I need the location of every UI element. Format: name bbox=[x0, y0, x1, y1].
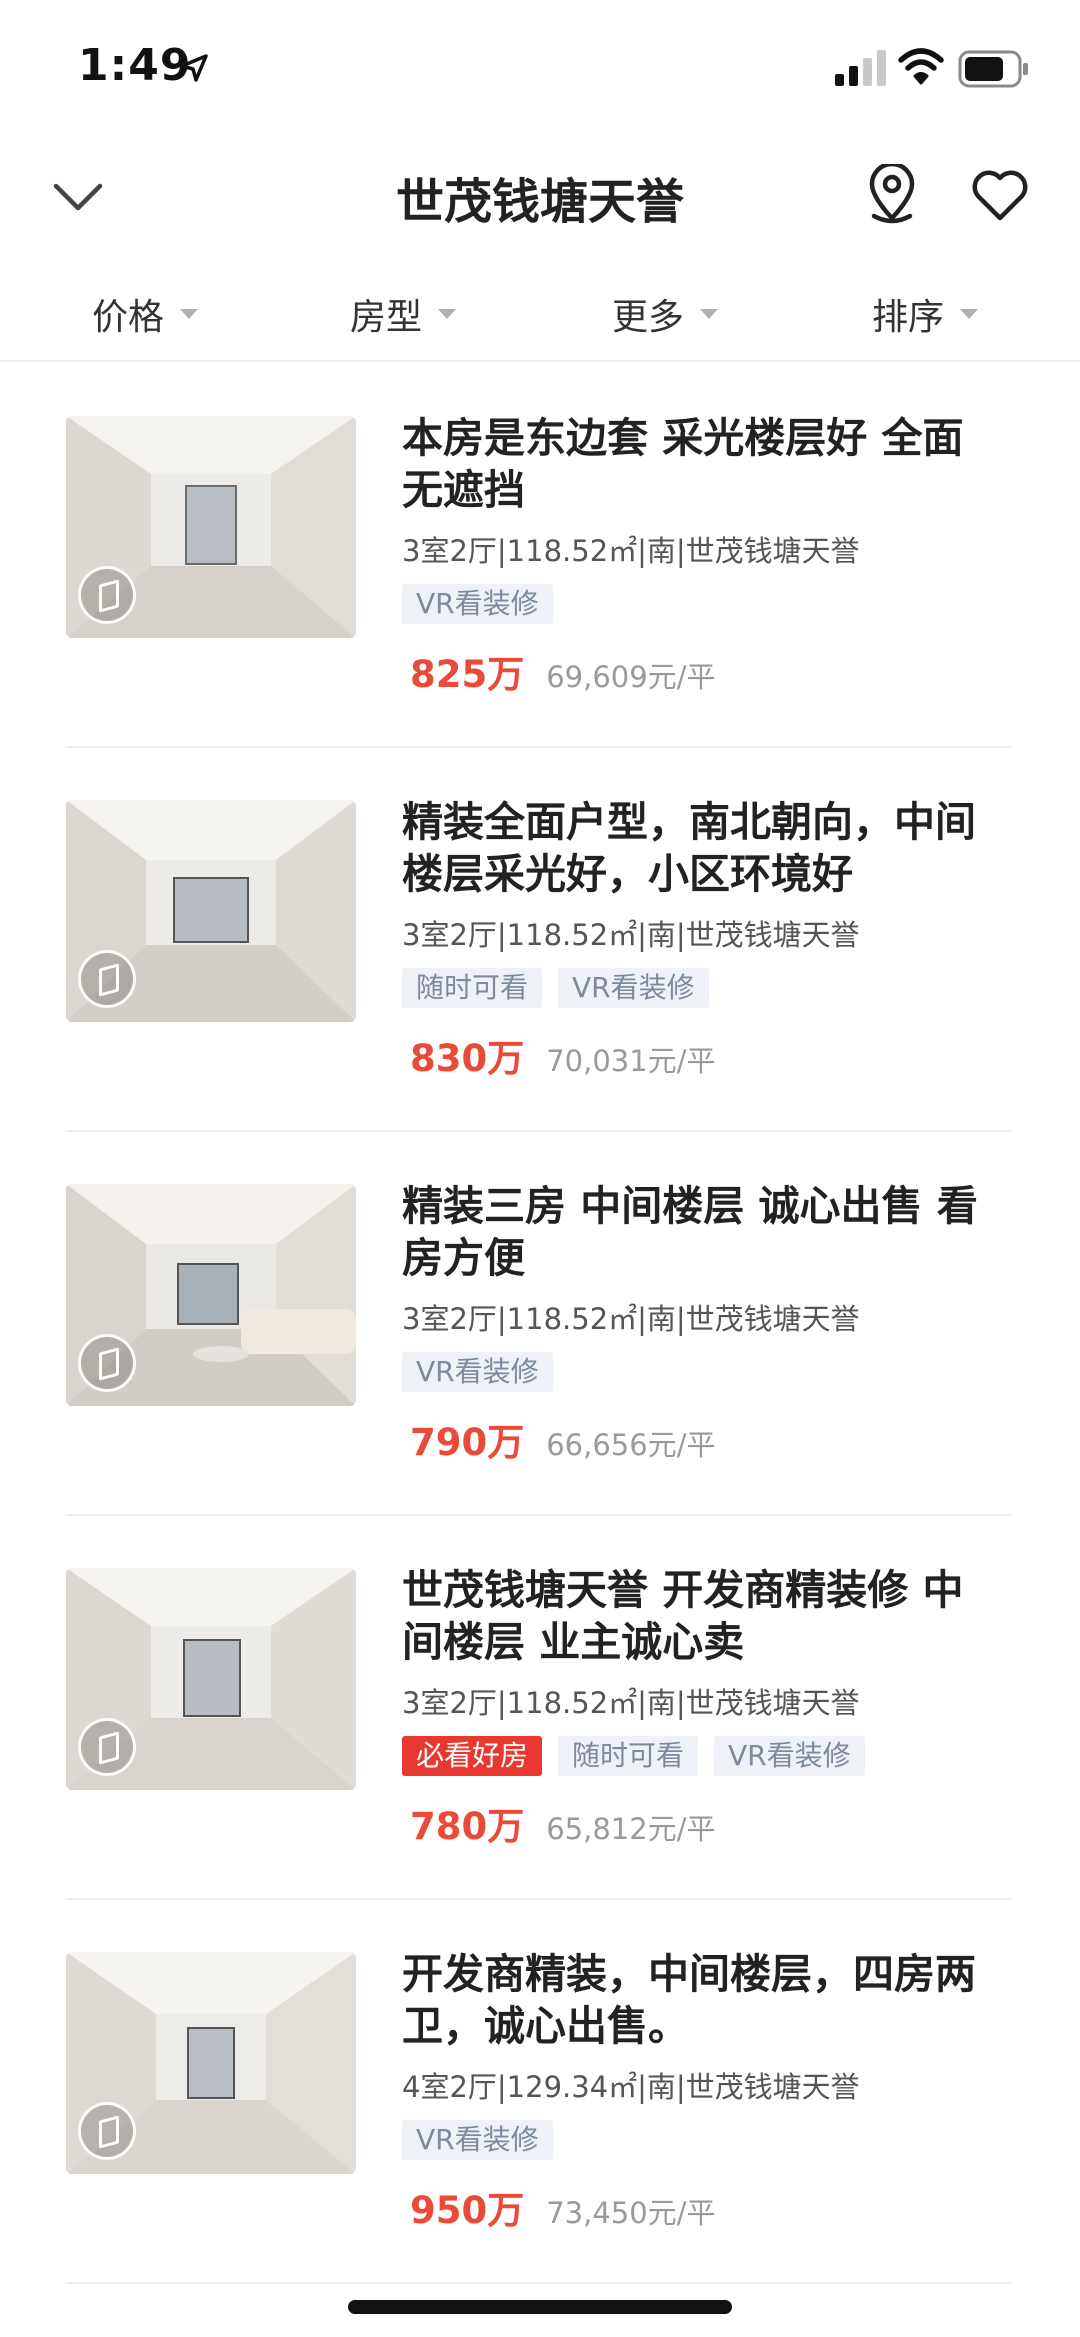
listing-tags: 随时可看 VR看装修 bbox=[402, 968, 725, 1008]
listing-photo[interactable] bbox=[66, 1952, 356, 2174]
listing-title: 精装全面户型，南北朝向，中间楼层采光好，小区环境好 bbox=[402, 798, 976, 898]
unit-price: 66,656元/平 bbox=[546, 1428, 716, 1462]
cellular-signal-icon bbox=[835, 50, 886, 86]
tag-vr: VR看装修 bbox=[402, 584, 553, 624]
caret-down-icon bbox=[180, 309, 199, 319]
vr-tour-icon bbox=[78, 2102, 136, 2160]
unit-price: 65,812元/平 bbox=[546, 1812, 716, 1846]
unit-price: 69,609元/平 bbox=[546, 660, 716, 694]
listing-card[interactable]: 精装三房 中间楼层 诚心出售 看房方便 3室2厅|118.52㎡|南|世茂钱塘天… bbox=[66, 1130, 1012, 1516]
caret-down-icon bbox=[960, 309, 979, 319]
heart-icon[interactable] bbox=[970, 166, 1030, 222]
listing-photo[interactable] bbox=[66, 416, 356, 638]
listing-photo[interactable] bbox=[66, 800, 356, 1022]
location-arrow-icon bbox=[180, 54, 208, 82]
status-bar: 1:49 bbox=[0, 0, 1080, 130]
vr-tour-icon bbox=[78, 566, 136, 624]
listing-title: 世茂钱塘天誉 开发商精装修 中间楼层 业主诚心卖 bbox=[402, 1566, 964, 1666]
tag-anytime-viewing: 随时可看 bbox=[558, 1736, 699, 1776]
tag-must-see: 必看好房 bbox=[402, 1736, 543, 1776]
battery-icon bbox=[958, 50, 1028, 88]
total-price: 780万 bbox=[410, 1805, 525, 1848]
price-row: 825万 69,609元/平 bbox=[410, 644, 715, 698]
listing-meta: 3室2厅|118.52㎡|南|世茂钱塘天誉 bbox=[402, 918, 860, 952]
filter-more[interactable]: 更多 bbox=[612, 284, 719, 344]
listing-card[interactable]: 世茂钱塘天誉 开发商精装修 中间楼层 业主诚心卖 3室2厅|118.52㎡|南|… bbox=[66, 1514, 1012, 1900]
vr-tour-icon bbox=[78, 1718, 136, 1776]
home-indicator[interactable] bbox=[348, 2300, 732, 2314]
listing-title: 精装三房 中间楼层 诚心出售 看房方便 bbox=[402, 1182, 978, 1282]
tag-vr: VR看装修 bbox=[714, 1736, 865, 1776]
vr-tour-icon bbox=[78, 950, 136, 1008]
vr-tour-icon bbox=[78, 1334, 136, 1392]
listing-card[interactable]: 本房是东边套 采光楼层好 全面无遮挡 3室2厅|118.52㎡|南|世茂钱塘天誉… bbox=[66, 362, 1012, 748]
filter-label: 更多 bbox=[612, 297, 685, 338]
price-row: 950万 73,450元/平 bbox=[410, 2180, 715, 2234]
listing-meta: 3室2厅|118.52㎡|南|世茂钱塘天誉 bbox=[402, 1302, 860, 1336]
unit-price: 73,450元/平 bbox=[546, 2196, 716, 2230]
listing-photo[interactable] bbox=[66, 1184, 356, 1406]
caret-down-icon bbox=[700, 309, 719, 319]
listing-tags: VR看装修 bbox=[402, 584, 569, 624]
listing-meta: 3室2厅|118.52㎡|南|世茂钱塘天誉 bbox=[402, 534, 860, 568]
price-row: 790万 66,656元/平 bbox=[410, 1412, 715, 1466]
listing-title: 开发商精装，中间楼层，四房两卫，诚心出售。 bbox=[402, 1950, 976, 2050]
status-time: 1:49 bbox=[78, 40, 192, 91]
filter-label: 排序 bbox=[872, 297, 945, 338]
unit-price: 70,031元/平 bbox=[546, 1044, 716, 1078]
map-pin-icon[interactable] bbox=[866, 164, 918, 224]
tag-anytime-viewing: 随时可看 bbox=[402, 968, 543, 1008]
listing-meta: 3室2厅|118.52㎡|南|世茂钱塘天誉 bbox=[402, 1686, 860, 1720]
navigation-bar: 世茂钱塘天誉 bbox=[0, 140, 1080, 260]
listing-tags: 必看好房 随时可看 VR看装修 bbox=[402, 1736, 881, 1776]
listing-tags: VR看装修 bbox=[402, 2120, 569, 2160]
filter-layout[interactable]: 房型 bbox=[350, 284, 457, 344]
tag-vr: VR看装修 bbox=[558, 968, 709, 1008]
filter-bar: 价格 房型 更多 排序 bbox=[0, 270, 1080, 362]
listing-card[interactable]: 精装全面户型，南北朝向，中间楼层采光好，小区环境好 3室2厅|118.52㎡|南… bbox=[66, 746, 1012, 1132]
wifi-icon bbox=[898, 48, 944, 85]
listing-title: 本房是东边套 采光楼层好 全面无遮挡 bbox=[402, 414, 964, 514]
tag-vr: VR看装修 bbox=[402, 1352, 553, 1392]
filter-price[interactable]: 价格 bbox=[92, 284, 199, 344]
price-row: 830万 70,031元/平 bbox=[410, 1028, 715, 1082]
page-title: 世茂钱塘天誉 bbox=[395, 174, 684, 230]
total-price: 830万 bbox=[410, 1037, 525, 1080]
filter-label: 房型 bbox=[350, 297, 423, 338]
total-price: 790万 bbox=[410, 1421, 525, 1464]
total-price: 825万 bbox=[410, 653, 525, 696]
filter-label: 价格 bbox=[92, 297, 165, 338]
listing-card[interactable]: 开发商精装，中间楼层，四房两卫，诚心出售。 4室2厅|129.34㎡|南|世茂钱… bbox=[66, 1898, 1012, 2284]
listing-tags: VR看装修 bbox=[402, 1352, 569, 1392]
tag-vr: VR看装修 bbox=[402, 2120, 553, 2160]
total-price: 950万 bbox=[410, 2189, 525, 2232]
price-row: 780万 65,812元/平 bbox=[410, 1796, 715, 1850]
filter-sort[interactable]: 排序 bbox=[872, 284, 979, 344]
caret-down-icon bbox=[438, 309, 457, 319]
listing-photo[interactable] bbox=[66, 1568, 356, 1790]
listing-meta: 4室2厅|129.34㎡|南|世茂钱塘天誉 bbox=[402, 2070, 860, 2104]
